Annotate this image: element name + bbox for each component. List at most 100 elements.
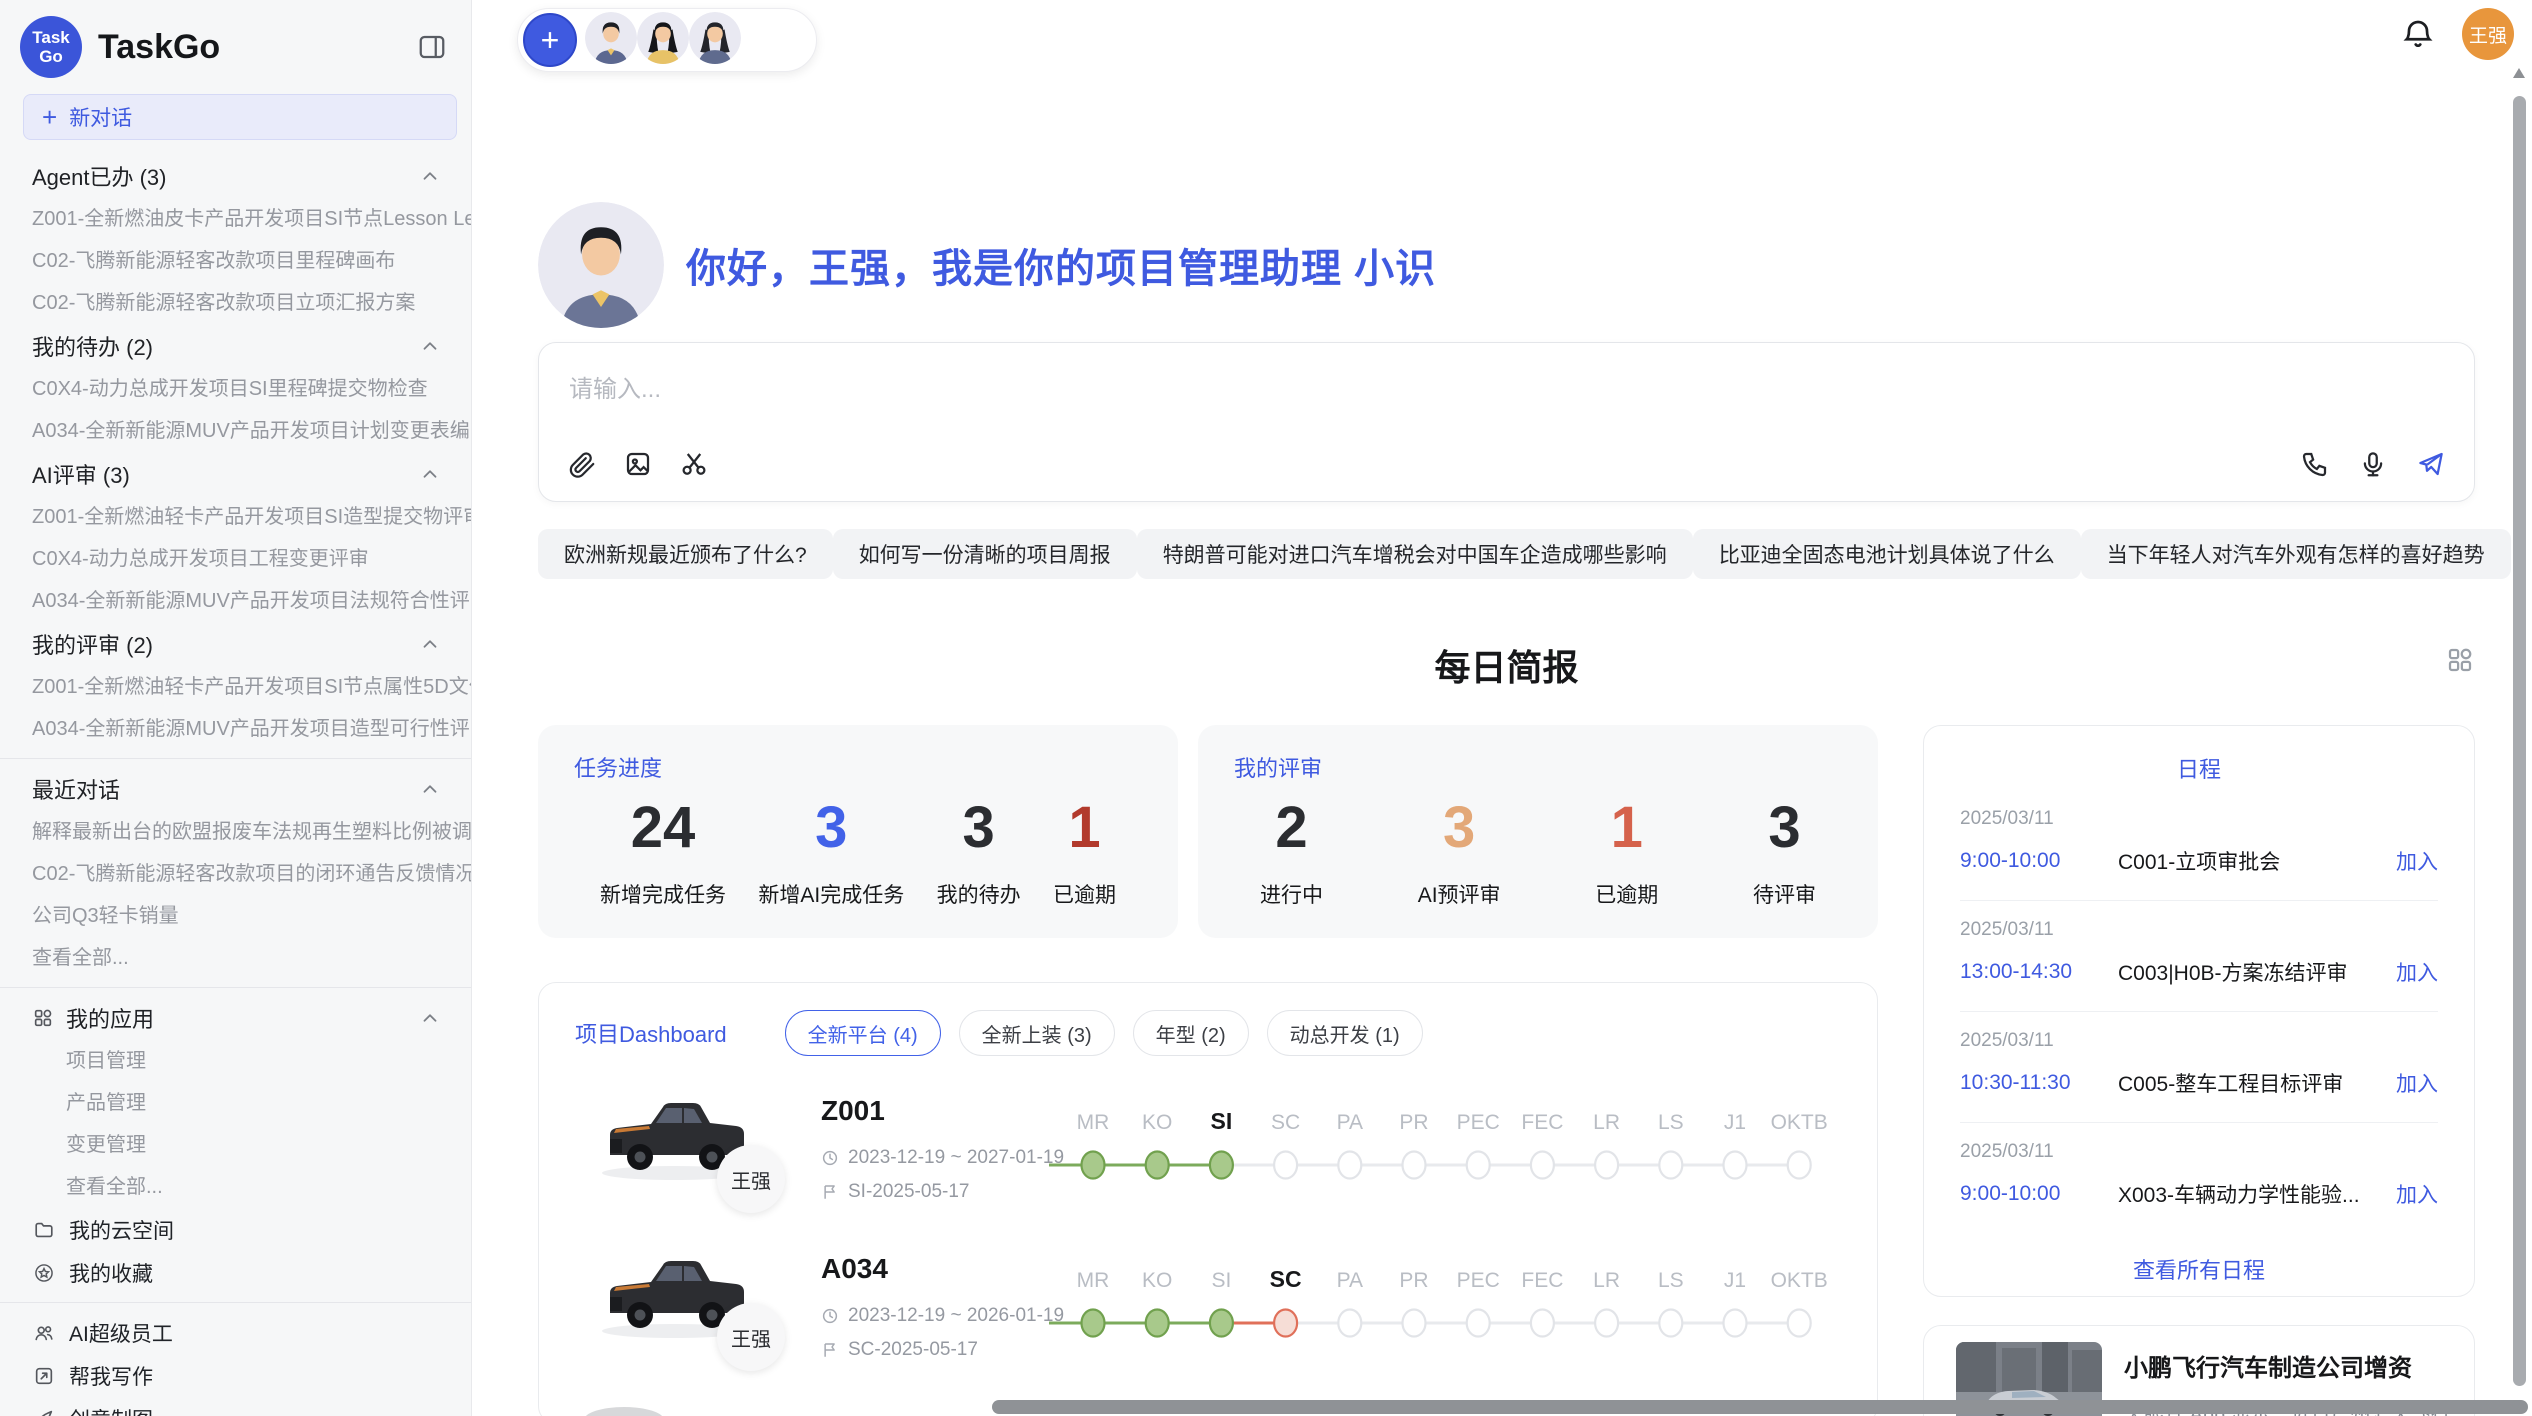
sidebar-item[interactable]: C0X4-动力总成开发项目工程变更评审 [0, 538, 471, 580]
topbar-right: 王强 [2400, 8, 2514, 60]
stat-label: AI预评审 [1418, 879, 1501, 909]
svg-text:PEC: PEC [1457, 1111, 1500, 1134]
suggestion-chip[interactable]: 特朗普可能对进口汽车增税会对中国车企造成哪些影响 [1137, 529, 1693, 579]
logo-text-top: Task [32, 28, 70, 47]
join-meeting-link[interactable]: 加入 [2396, 846, 2438, 876]
sidebar-item[interactable]: 查看全部... [0, 1166, 471, 1208]
new-chat-button[interactable]: + 新对话 [23, 94, 457, 140]
sidebar-item[interactable]: C0X4-动力总成开发项目SI里程碑提交物检查 [0, 368, 471, 410]
sidebar-item[interactable]: 解释最新出台的欧盟报废车法规再生塑料比例被调至15%... [0, 811, 471, 853]
sidebar-item[interactable]: 公司Q3轻卡销量 [0, 895, 471, 937]
schedule-item[interactable]: 2025/03/1113:00-14:30C003|H0B-方案冻结评审加入 [1960, 901, 2438, 1012]
schedule-date: 2025/03/11 [1960, 808, 2438, 830]
image-upload-icon[interactable] [623, 449, 653, 479]
stat: 3我的待办 [937, 795, 1021, 909]
sidebar-group-header-group1[interactable]: 我的待办 (2) [0, 324, 471, 368]
sidebar-group-header-recent[interactable]: 最近对话 [0, 767, 471, 811]
schedule-item[interactable]: 2025/03/11 9:00-10:00X003-车辆动力学性能验...加入 [1960, 1123, 2438, 1233]
horizontal-scrollbar[interactable] [992, 1400, 2528, 1414]
microphone-icon[interactable] [2358, 449, 2388, 479]
send-icon[interactable] [2416, 449, 2446, 479]
sidebar-item[interactable]: 产品管理 [0, 1082, 471, 1124]
period-text: 2023-12-19 ~ 2027-01-19 [848, 1147, 1064, 1169]
project-code[interactable]: A034 [821, 1253, 888, 1285]
user-avatar[interactable]: 王强 [2462, 8, 2514, 60]
sidebar-link-favorites[interactable]: 我的收藏 [0, 1251, 471, 1294]
sidebar-item[interactable]: A034-全新新能源MUV产品开发项目法规符合性评审 [0, 580, 471, 622]
project-code[interactable]: Z001 [821, 1095, 885, 1127]
sidebar-item[interactable]: 查看全部... [0, 937, 471, 979]
dashboard-tab[interactable]: 年型 (2) [1133, 1010, 1249, 1056]
sidebar-item[interactable]: A034-全新新能源MUV产品开发项目计划变更表编写 [0, 410, 471, 452]
new-chat-label: 新对话 [69, 102, 132, 132]
sidebar-link-cloud[interactable]: 我的云空间 [0, 1208, 471, 1251]
vertical-scrollbar[interactable] [2513, 96, 2526, 1386]
view-all-schedule-link[interactable]: 查看所有日程 [1960, 1233, 2438, 1297]
sidebar-group-header-group3[interactable]: 我的评审 (2) [0, 622, 471, 666]
sidebar-group-header-group2[interactable]: AI评审 (3) [0, 452, 471, 496]
sidebar-item[interactable]: C02-飞腾新能源轻客改款项目里程碑画布 [0, 240, 471, 282]
chat-composer[interactable]: 请输入... [538, 342, 2475, 502]
dashboard-tab[interactable]: 全新上装 (3) [959, 1010, 1115, 1056]
stat: 1已逾期 [1595, 795, 1658, 909]
schedule-list: 2025/03/119:00-10:00C001-立项审批会加入2025/03/… [1960, 790, 2438, 1233]
paperclip-icon[interactable] [567, 449, 597, 479]
contact-avatar-2[interactable] [637, 12, 689, 64]
sidebar-group-header-my-apps[interactable]: 我的应用 [0, 996, 471, 1040]
contact-avatar-1[interactable] [585, 12, 637, 64]
svg-text:OKTB: OKTB [1771, 1111, 1828, 1134]
favorites-icon [33, 1262, 55, 1284]
stats-card-title: 任务进度 [574, 751, 1142, 783]
dashboard-tab[interactable]: 全新平台 (4) [785, 1010, 941, 1056]
group-title: 最近对话 [32, 773, 419, 805]
stat: 2进行中 [1260, 795, 1323, 909]
contact-avatar-3[interactable] [689, 12, 741, 64]
svg-text:KO: KO [1142, 1269, 1172, 1292]
schedule-row: 9:00-10:00X003-车辆动力学性能验...加入 [1960, 1179, 2438, 1209]
suggestion-chip[interactable]: 比亚迪全固态电池计划具体说了什么 [1693, 529, 2081, 579]
sidebar-tool-writing[interactable]: 帮我写作 [0, 1354, 471, 1397]
svg-text:MR: MR [1077, 1111, 1110, 1134]
sidebar-item[interactable]: A034-全新新能源MUV产品开发项目造型可行性评审 [0, 708, 471, 750]
schedule-item[interactable]: 2025/03/1110:30-11:30C005-整车工程目标评审加入 [1960, 1012, 2438, 1123]
sidebar-item[interactable]: 变更管理 [0, 1124, 471, 1166]
svg-text:SI: SI [1211, 1108, 1233, 1134]
sidebar-group-header-group0[interactable]: Agent已办 (3) [0, 154, 471, 198]
join-meeting-link[interactable]: 加入 [2396, 957, 2438, 987]
add-conversation-button[interactable]: + [523, 13, 577, 67]
sidebar-tool-drawing[interactable]: 创意制图 [0, 1397, 471, 1416]
schedule-date: 2025/03/11 [1960, 1141, 2438, 1163]
sidebar-item[interactable]: 项目管理 [0, 1040, 471, 1082]
suggestion-chip[interactable]: 当下年轻人对汽车外观有怎样的喜好趋势 [2081, 529, 2511, 579]
project-row: 王强A0342023-12-19 ~ 2026-01-19SC-2025-05-… [539, 1223, 1877, 1381]
join-meeting-link[interactable]: 加入 [2396, 1068, 2438, 1098]
schedule-item[interactable]: 2025/03/11 9:00-10:00C001-立项审批会加入 [1960, 790, 2438, 901]
conversation-switcher: + [517, 8, 817, 72]
phone-call-icon[interactable] [2300, 449, 2330, 479]
sidebar-item[interactable]: Z001-全新燃油轻卡产品开发项目SI造型提交物评审 [0, 496, 471, 538]
sidebar-item[interactable]: Z001-全新燃油皮卡产品开发项目SI节点Lesson Learn报告 [0, 198, 471, 240]
dashboard-tab[interactable]: 动总开发 (1) [1267, 1010, 1423, 1056]
briefing-layout-grid-icon[interactable] [2445, 645, 2475, 675]
period-text: 2023-12-19 ~ 2026-01-19 [848, 1305, 1064, 1327]
sidebar-item[interactable]: Z001-全新燃油轻卡产品开发项目SI节点属性5D文件评审 [0, 666, 471, 708]
suggestion-chip[interactable]: 欧洲新规最近颁布了什么? [538, 529, 833, 579]
join-meeting-link[interactable]: 加入 [2396, 1179, 2438, 1209]
screenshot-scissors-icon[interactable] [679, 449, 709, 479]
dashboard-header: 项目Dashboard 全新平台 (4)全新上装 (3)年型 (2)动总开发 (… [539, 1009, 1877, 1057]
greeting-text: 你好，王强，我是你的项目管理助理 小识 [686, 236, 1436, 294]
sidebar-tool-ai-staff[interactable]: AI超级员工 [0, 1311, 471, 1354]
stat: 24新增完成任务 [600, 795, 726, 909]
sidebar-item[interactable]: C02-飞腾新能源轻客改款项目立项汇报方案 [0, 282, 471, 324]
schedule-event-title: C003|H0B-方案冻结评审 [2118, 957, 2396, 987]
scroll-up-arrow[interactable] [2513, 68, 2525, 78]
svg-text:PA: PA [1337, 1269, 1363, 1292]
notification-bell-icon[interactable] [2400, 16, 2436, 52]
sidebar-item[interactable]: C02-飞腾新能源轻客改款项目的闭环通告反馈情况 [0, 853, 471, 895]
sidebar-collapse-icon[interactable] [417, 32, 447, 62]
clock-icon [821, 1307, 839, 1325]
schedule-row: 9:00-10:00C001-立项审批会加入 [1960, 846, 2438, 876]
chevron-up-icon [419, 165, 441, 187]
stats-card-title: 我的评审 [1234, 751, 1842, 783]
suggestion-chip[interactable]: 如何写一份清晰的项目周报 [833, 529, 1137, 579]
